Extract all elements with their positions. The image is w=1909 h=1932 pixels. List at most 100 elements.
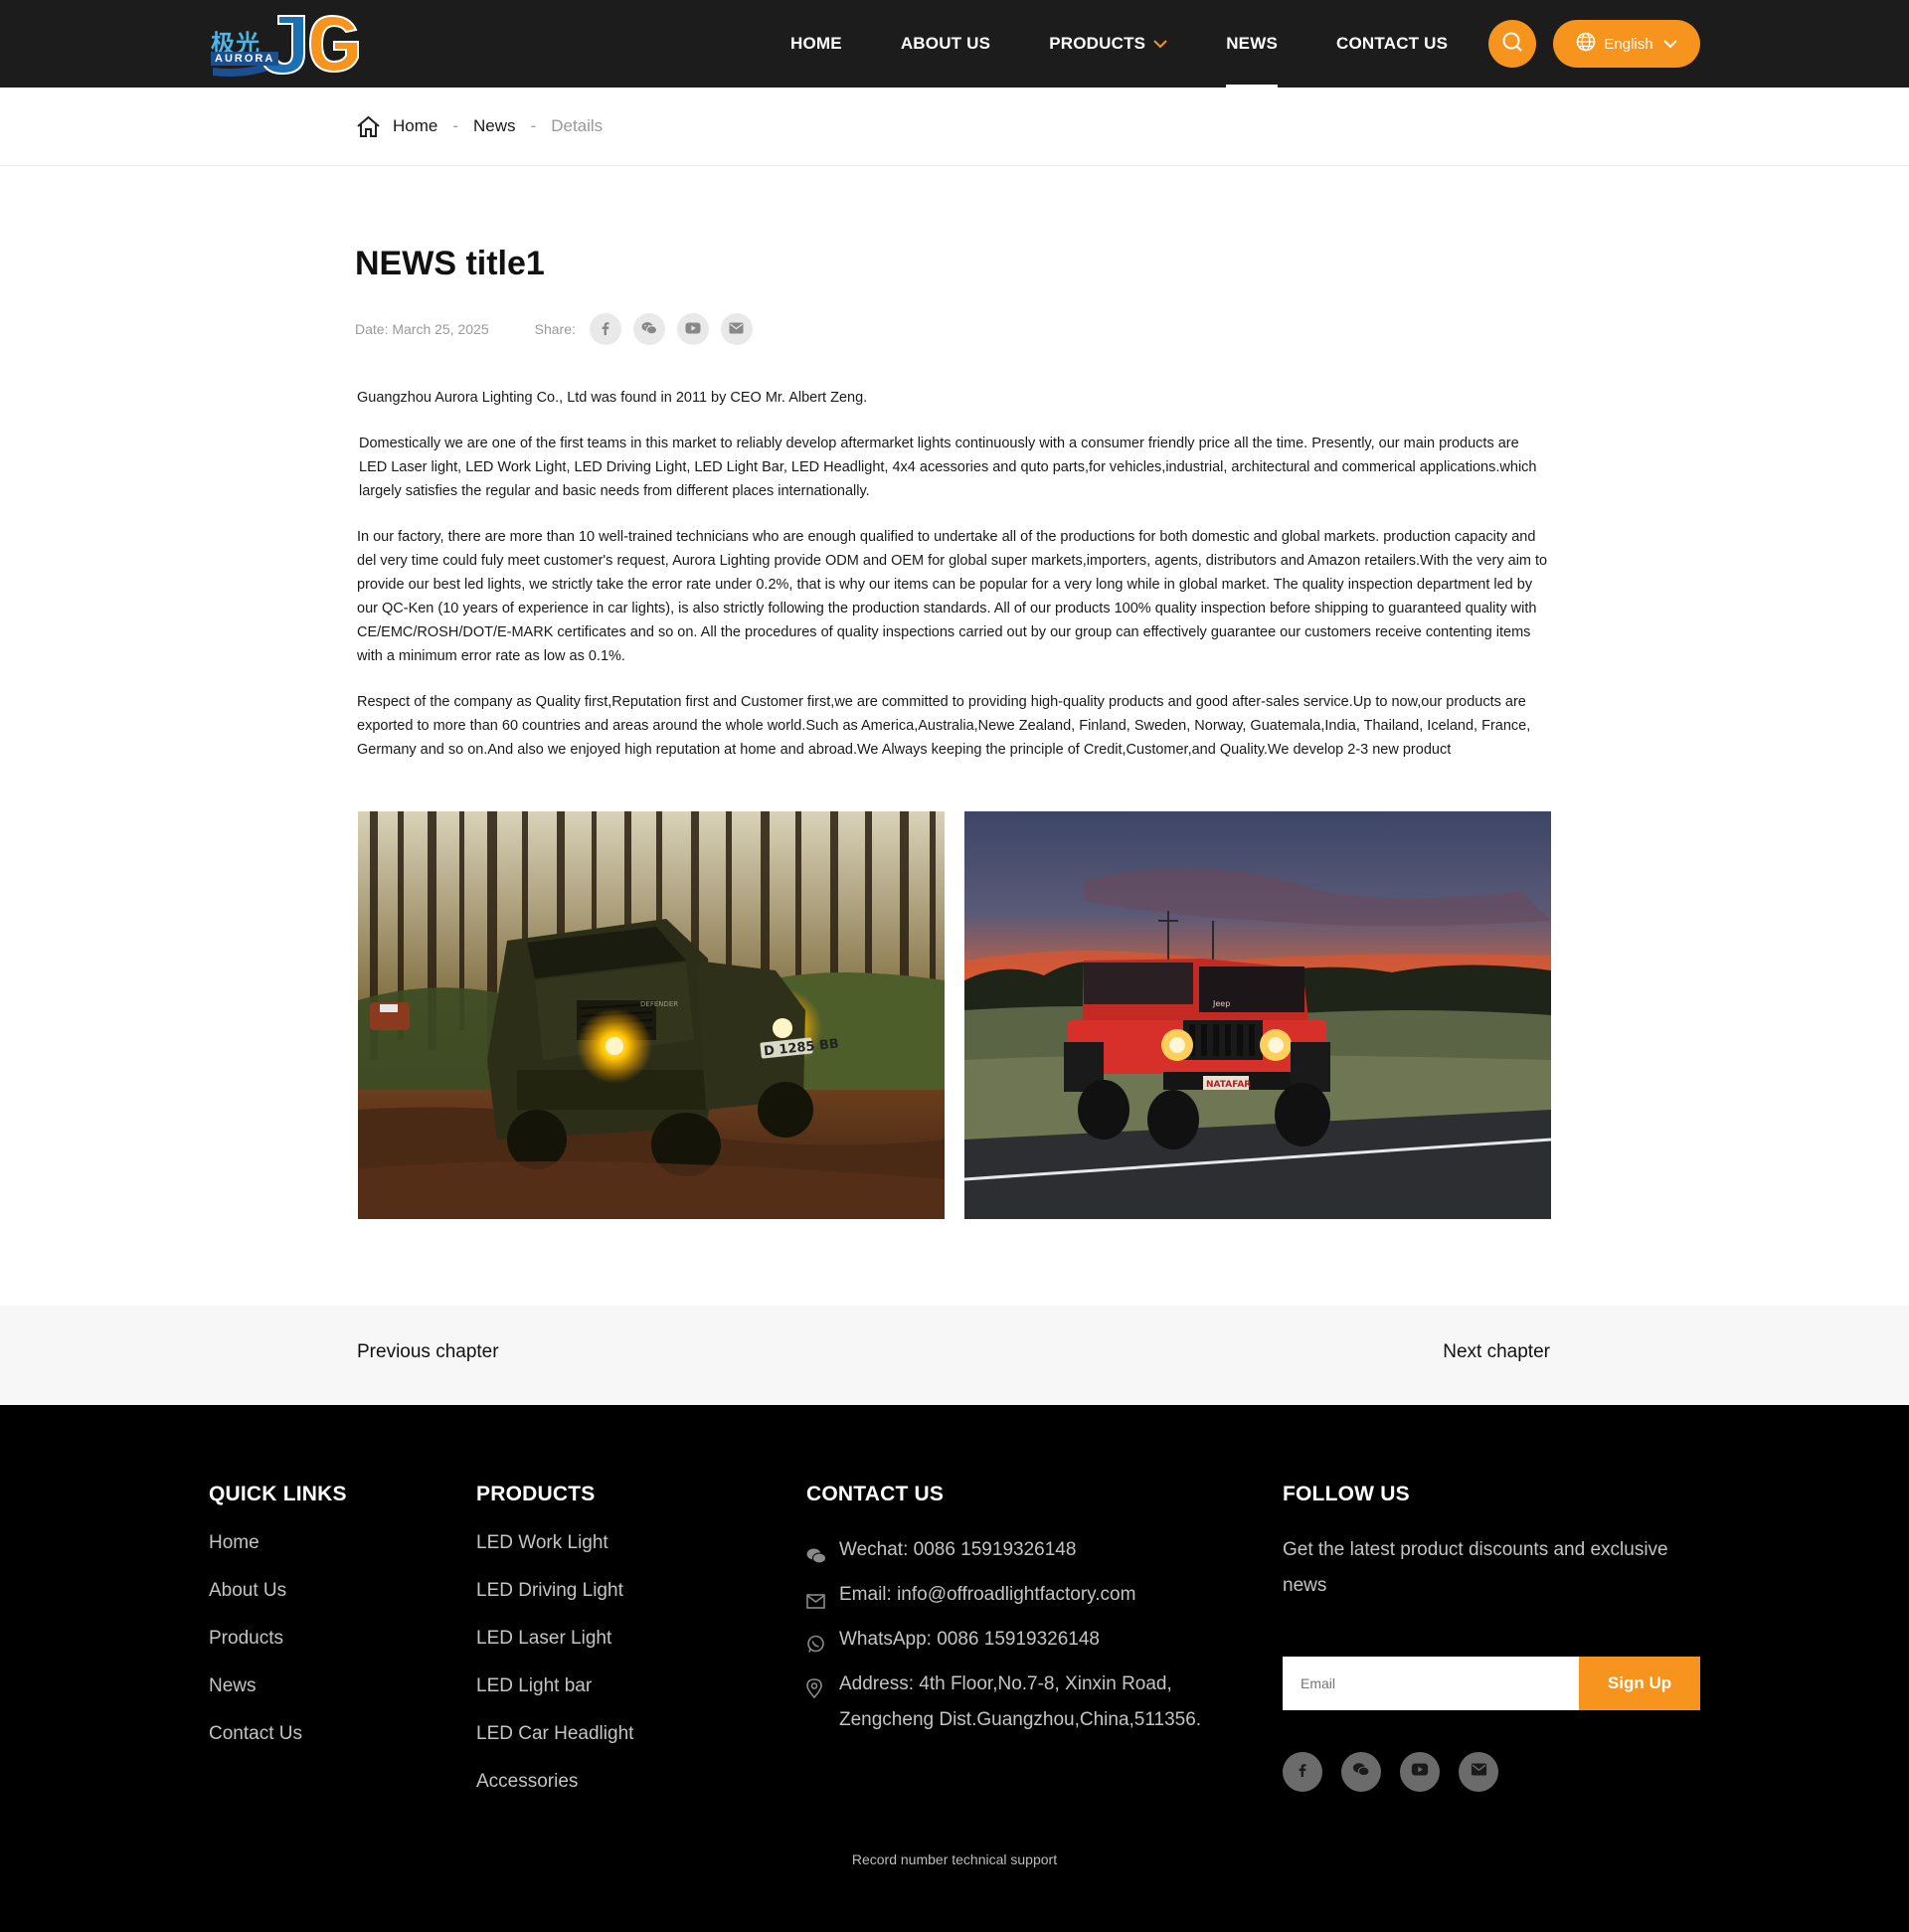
facebook-icon: [1296, 1762, 1309, 1783]
next-chapter-link[interactable]: Next chapter: [1443, 1341, 1550, 1363]
share-wechat-button[interactable]: [632, 313, 665, 345]
right-plate-text: NATAFAR: [1206, 1080, 1251, 1090]
article-meta: Date: March 25, 2025 Share:: [355, 312, 765, 346]
social-email-button[interactable]: [1459, 1752, 1498, 1792]
footer-wechat-text: Wechat: 0086 15919326148: [839, 1539, 1077, 1560]
breadcrumb: Home - News - Details: [356, 113, 603, 139]
breadcrumb-news[interactable]: News: [473, 116, 516, 136]
footer-product-link[interactable]: LED Work Light: [476, 1532, 633, 1580]
nav-news-label: NEWS: [1226, 34, 1279, 53]
share-youtube-button[interactable]: [676, 313, 709, 345]
footer-quick-links: QUICK LINKS Home About Us Products News …: [209, 1483, 347, 1771]
footer-heading: PRODUCTS: [476, 1483, 596, 1505]
footer-whatsapp-text: WhatsApp: 0086 15919326148: [839, 1629, 1100, 1650]
sunset-jeep-image: NATAFAR Jeep: [964, 811, 1551, 1219]
footer-address-line1: Address: 4th Floor,No.7-8, Xinxin Road,: [839, 1673, 1172, 1694]
forest-offroad-image: D 1285 BB DEFENDER: [358, 811, 945, 1219]
wechat-icon: [641, 321, 657, 338]
nav-contact-label: CONTACT US: [1336, 34, 1449, 53]
footer-address-text: Address: 4th Floor,No.7-8, Xinxin Road, …: [839, 1667, 1201, 1738]
share-facebook-button[interactable]: [589, 313, 621, 345]
footer-product-link[interactable]: LED Car Headlight: [476, 1723, 633, 1771]
footer-link-products[interactable]: Products: [209, 1628, 347, 1675]
social-youtube-button[interactable]: [1400, 1752, 1440, 1792]
youtube-icon: [1411, 1763, 1429, 1781]
footer-wechat: Wechat: 0086 15919326148: [806, 1532, 1201, 1577]
article-body: Guangzhou Aurora Lighting Co., Ltd was f…: [357, 386, 1550, 784]
share-label: Share:: [534, 321, 576, 337]
follow-description: Get the latest product discounts and exc…: [1283, 1539, 1668, 1596]
language-selector[interactable]: English: [1553, 20, 1700, 68]
footer-product-link[interactable]: Accessories: [476, 1771, 633, 1819]
signup-button[interactable]: Sign Up: [1579, 1657, 1700, 1710]
footer-contact: CONTACT US Wechat: 0086 15919326148 Emai…: [806, 1483, 1201, 1738]
previous-chapter-link[interactable]: Previous chapter: [357, 1341, 499, 1363]
share-email-button[interactable]: [720, 313, 753, 345]
newsletter-email-input[interactable]: [1283, 1657, 1579, 1710]
article-paragraph: In our factory, there are more than 10 w…: [357, 529, 1548, 664]
email-icon: [1471, 1763, 1487, 1781]
footer-products: PRODUCTS LED Work Light LED Driving Ligh…: [476, 1483, 633, 1819]
wechat-icon: [1352, 1762, 1370, 1782]
footer-product-link[interactable]: LED Driving Light: [476, 1580, 633, 1628]
footer-whatsapp: WhatsApp: 0086 15919326148: [806, 1622, 1201, 1667]
article-paragraph: Guangzhou Aurora Lighting Co., Ltd was f…: [357, 390, 868, 406]
search-icon: [1501, 31, 1523, 58]
footer-heading: CONTACT US: [806, 1483, 945, 1505]
left-badge-text: DEFENDER: [640, 1000, 678, 1008]
nav-home[interactable]: HOME: [790, 0, 842, 88]
search-button[interactable]: [1488, 20, 1536, 68]
language-label: English: [1604, 35, 1653, 53]
home-icon[interactable]: [356, 115, 381, 138]
footer-product-link[interactable]: LED Light bar: [476, 1675, 633, 1723]
email-icon: [729, 321, 744, 337]
facebook-icon: [599, 321, 612, 338]
article-title: NEWS title1: [355, 245, 545, 282]
chapter-navigation: Previous chapter Next chapter: [0, 1306, 1909, 1405]
footer-follow: FOLLOW US Get the latest product discoun…: [1283, 1483, 1720, 1821]
footer-email-text[interactable]: Email: info@offroadlightfactory.com: [839, 1577, 1135, 1622]
main-nav: HOME ABOUT US PRODUCTS NEWS CONTACT US: [790, 0, 1506, 88]
youtube-icon: [685, 321, 701, 337]
wechat-icon: [806, 1532, 826, 1577]
breadcrumb-separator: -: [530, 116, 537, 135]
right-badge-text: Jeep: [1212, 999, 1230, 1008]
footer-product-link[interactable]: LED Laser Light: [476, 1628, 633, 1675]
footer-link-about-us[interactable]: About Us: [209, 1580, 347, 1628]
footer-heading: QUICK LINKS: [209, 1483, 347, 1505]
footer-link-home[interactable]: Home: [209, 1532, 347, 1580]
record-number-text[interactable]: Record number technical support: [0, 1851, 1909, 1867]
nav-news[interactable]: NEWS: [1226, 0, 1278, 88]
social-facebook-button[interactable]: [1283, 1752, 1322, 1792]
globe-icon: [1576, 32, 1596, 56]
breadcrumb-divider: [0, 165, 1909, 166]
social-wechat-button[interactable]: [1341, 1752, 1381, 1792]
article-paragraph: Domestically we are one of the first tea…: [359, 436, 1537, 499]
location-pin-icon: [806, 1667, 826, 1738]
nav-products-label: PRODUCTS: [1049, 34, 1146, 53]
whatsapp-icon: [806, 1622, 826, 1667]
nav-home-label: HOME: [790, 34, 842, 53]
breadcrumb-separator: -: [452, 116, 459, 135]
chevron-down-icon: [1153, 34, 1167, 54]
logo-english-text: AURORA: [211, 52, 279, 66]
footer-link-contact-us[interactable]: Contact Us: [209, 1723, 347, 1771]
nav-about-label: ABOUT US: [900, 34, 991, 53]
nav-contact-us[interactable]: CONTACT US: [1336, 0, 1448, 88]
footer-address: Address: 4th Floor,No.7-8, Xinxin Road, …: [806, 1667, 1201, 1738]
breadcrumb-details: Details: [551, 116, 604, 135]
footer-link-news[interactable]: News: [209, 1675, 347, 1723]
nav-products[interactable]: PRODUCTS: [1049, 0, 1167, 88]
email-icon: [806, 1577, 826, 1622]
footer-heading: FOLLOW US: [1283, 1483, 1410, 1505]
footer-address-line2: Zengcheng Dist.Guangzhou,China,511356.: [839, 1709, 1202, 1730]
article-images: D 1285 BB DEFENDER NATAFAR Jeep: [358, 811, 1551, 1219]
footer-email: Email: info@offroadlightfactory.com: [806, 1577, 1201, 1622]
breadcrumb-home[interactable]: Home: [393, 116, 437, 136]
brand-logo[interactable]: 极光 AURORA: [207, 10, 362, 78]
site-footer: QUICK LINKS Home About Us Products News …: [0, 1405, 1909, 1932]
article-date: Date: March 25, 2025: [355, 321, 489, 337]
nav-about-us[interactable]: ABOUT US: [901, 0, 990, 88]
chevron-down-icon: [1662, 36, 1677, 53]
social-links: [1283, 1752, 1517, 1792]
